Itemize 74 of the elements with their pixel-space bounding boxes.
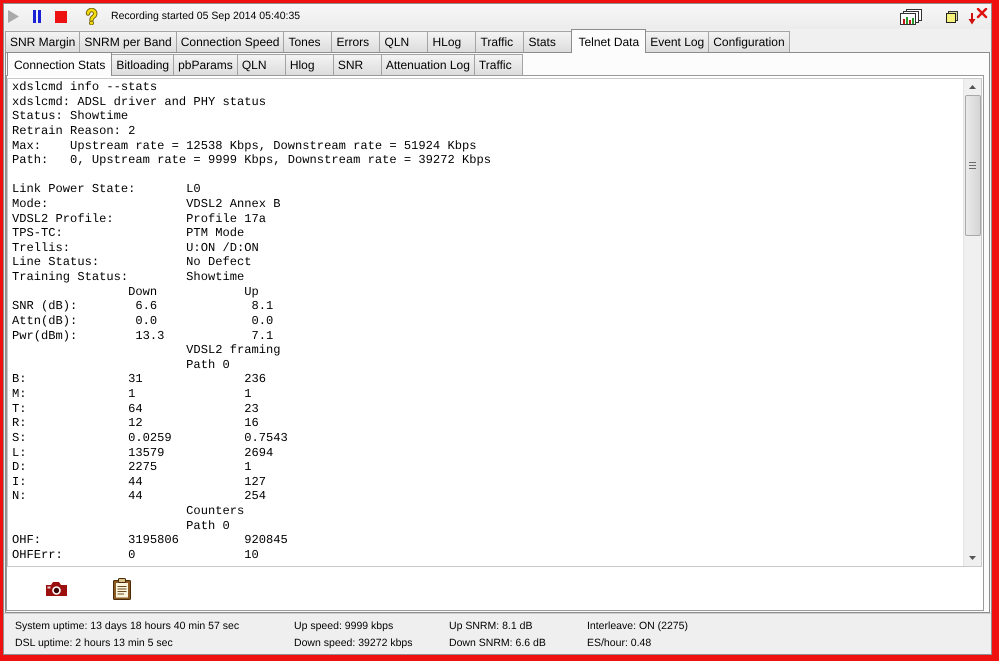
restore-icon[interactable] — [946, 10, 958, 22]
help-icon[interactable] — [85, 8, 98, 25]
scrollbar[interactable] — [963, 79, 981, 566]
tab[interactable]: Traffic — [474, 54, 523, 75]
output-line: R: 12 16 — [12, 416, 259, 431]
tab[interactable]: Errors — [331, 31, 380, 52]
tab[interactable]: Event Log — [645, 31, 710, 52]
output-line: Status: Showtime — [12, 109, 128, 124]
output-line: D: 2275 1 — [12, 460, 252, 475]
stop-icon[interactable] — [55, 10, 67, 22]
bar-chart-icon[interactable] — [900, 8, 922, 24]
tab[interactable]: Traffic — [475, 31, 524, 52]
status-text: System uptime: 13 days 18 hours 40 min 57 sec — [15, 619, 240, 634]
output-line: Training Status: Showtime — [12, 270, 244, 285]
output-line: VDSL2 framing — [185, 343, 281, 358]
output-line: Trellis: U:ON /D:ON — [12, 240, 259, 256]
tab[interactable]: Configuration — [708, 31, 790, 52]
tab[interactable]: SNR Margin — [5, 31, 80, 52]
tab[interactable]: Hlog — [284, 54, 334, 75]
tab[interactable]: SNR — [332, 54, 382, 75]
tab[interactable]: Attenuation Log — [380, 54, 475, 75]
output-line: SNR (dB): 6.6 8.1 — [12, 299, 274, 314]
tab[interactable]: Connection Speed — [176, 31, 284, 52]
output-line: OHFErr: 0 10 — [12, 548, 259, 563]
output-line: L: 13579 2694 — [12, 446, 274, 460]
output-line: Mode: VDSL2 Annex B — [12, 196, 281, 212]
scroll-up-icon[interactable] — [969, 85, 976, 89]
output-line: M: 1 1 — [12, 387, 252, 402]
output-line: Line Status: No Defect — [12, 255, 252, 270]
status-text: Up speed: 9999 kbps — [294, 619, 394, 634]
tab[interactable]: Tones — [283, 31, 332, 52]
status-message: Recording started 05 Sep 2014 05:40:35 — [111, 8, 300, 24]
tab[interactable]: SNRM per Band — [79, 31, 177, 52]
camera-icon[interactable] — [45, 580, 68, 596]
output-line: Down Up — [127, 284, 259, 300]
output-line: Link Power State: L0 — [12, 182, 201, 197]
scroll-down-icon[interactable] — [969, 556, 976, 560]
arrow-close-icon[interactable] — [968, 8, 988, 25]
output-line: Path 0 — [185, 358, 230, 372]
output-line: Path: 0, Upstream rate = 9999 Kbps, Downstream rate = 39272 Kbps — [12, 153, 491, 168]
output-line: N: 44 254 — [12, 489, 266, 504]
output-line: S: 0.0259 0.7543 — [12, 430, 288, 446]
status-text: Interleave: ON (2275) — [587, 619, 688, 634]
clipboard-icon[interactable] — [113, 578, 131, 600]
status-text: Down speed: 39272 kbps — [294, 636, 412, 651]
output-line: I: 44 127 — [12, 474, 266, 490]
status-text: Up SNRM: 8.1 dB — [449, 619, 532, 634]
tab[interactable]: Telnet Data — [571, 29, 646, 53]
scrollbar-thumb[interactable] — [964, 95, 980, 236]
output-line: Retrain Reason: 2 — [12, 124, 136, 138]
output-line: T: 64 23 — [12, 402, 259, 416]
status-text: ES/hour: 0.48 — [587, 636, 652, 651]
output-line: TPS-TC: PTM Mode — [12, 226, 244, 241]
pause-icon[interactable] — [33, 10, 41, 23]
tab[interactable]: QLN — [236, 54, 286, 75]
tab[interactable]: HLog — [427, 31, 476, 52]
output-line: Counters — [185, 504, 244, 519]
status-text: Down SNRM: 6.6 dB — [449, 636, 546, 651]
output-line: B: 31 236 — [12, 372, 266, 388]
output-line: Pwr(dBm): 13.3 7.1 — [12, 328, 274, 344]
output-line: Path 0 — [185, 518, 230, 534]
tab[interactable]: Bitloading — [111, 54, 174, 75]
tab[interactable]: Connection Stats — [7, 52, 112, 76]
output-line: xdslcmd: ADSL driver and PHY status — [12, 94, 266, 110]
status-text: DSL uptime: 2 hours 13 min 5 sec — [15, 636, 173, 651]
output-line: Attn(dB): 0.0 0.0 — [12, 314, 274, 329]
tab[interactable]: Stats — [523, 31, 572, 52]
tab[interactable]: QLN — [379, 31, 428, 52]
grip-icon — [969, 162, 976, 169]
output-line: OHF: 3195806 920845 — [12, 533, 288, 548]
output-line: Max: Upstream rate = 12538 Kbps, Downstream rate = 51924 Kbps — [12, 138, 476, 154]
tab[interactable]: pbParams — [173, 54, 238, 75]
output-line: xdslcmd info --stats — [12, 80, 158, 95]
output-line: VDSL2 Profile: Profile 17a — [12, 212, 266, 226]
